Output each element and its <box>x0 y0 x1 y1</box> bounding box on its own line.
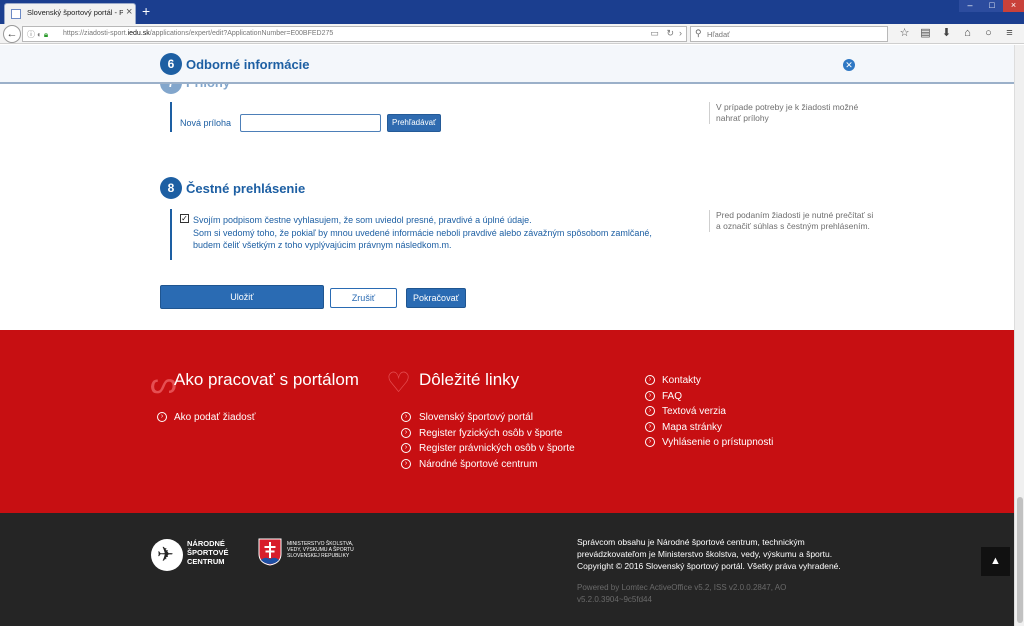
footer-info-text: Správcom obsahu je Národné športové cent… <box>577 537 841 571</box>
clipboard-icon[interactable]: ▤ <box>915 26 936 39</box>
page-content: 6 Odborné informácie ✕ 7 Prílohy Nová pr… <box>0 45 1014 626</box>
footer-link[interactable]: FAQ <box>662 391 682 402</box>
footer-link[interactable]: Slovenský športový portál <box>419 412 533 423</box>
search-icon: ⚲ <box>695 28 702 38</box>
save-button[interactable]: Uložiť <box>160 285 324 309</box>
nsc-logo-text: NÁRODNÉ ŠPORTOVÉ CENTRUM <box>187 539 229 566</box>
heart-pulse-icon: ♡ <box>386 367 412 398</box>
chevron-right-circle-icon: › <box>157 412 167 422</box>
close-tab-icon[interactable]: × <box>126 6 132 18</box>
step-number-8: 8 <box>160 177 182 199</box>
declaration-line: Som si vedomý toho, že pokiaľ by mnou uv… <box>193 227 652 238</box>
menu-icon[interactable]: ≡ <box>999 27 1020 39</box>
consent-checkbox[interactable]: ✓ <box>180 214 189 223</box>
chevron-right-circle-icon: › <box>645 422 655 432</box>
prilohy-help-text: V prípade potreby je k žiadosti možné na… <box>709 102 879 124</box>
scrollbar-thumb[interactable] <box>1017 497 1023 623</box>
footer-heading-ako-pracovat: Ako pracovať s portálom <box>174 370 359 389</box>
home-icon[interactable]: ⌂ <box>957 27 978 39</box>
window-close-icon[interactable]: × <box>1003 0 1024 12</box>
chevron-right-circle-icon: › <box>401 412 411 422</box>
footer-link[interactable]: Mapa stránky <box>662 422 722 433</box>
footer-link[interactable]: Textová verzia <box>662 406 726 417</box>
reload-icon[interactable]: ↻ <box>666 28 674 38</box>
chat-icon[interactable]: ○ <box>978 27 999 39</box>
cancel-button[interactable]: Zrušiť <box>330 288 397 308</box>
section-divider-line <box>170 102 172 132</box>
chevron-right-circle-icon: › <box>645 391 655 401</box>
shield-icon[interactable]: ◐ <box>37 30 44 39</box>
footer-link[interactable]: Národné športové centrum <box>419 459 537 470</box>
address-bar[interactable]: ⓘ◐🔒︎ https://ziadosti-sport.iedu.sk/appl… <box>22 26 687 42</box>
arrow-up-icon[interactable]: ▲ <box>981 547 1010 576</box>
declaration-text: Svojím podpisom čestne vyhlasujem, že so… <box>193 214 663 252</box>
chevron-right-circle-icon: › <box>401 459 411 469</box>
star-icon[interactable]: ☆ <box>894 26 915 39</box>
section-title-odborne-informacie: Odborné informácie <box>186 57 310 72</box>
footer-links: ᔕ Ako pracovať s portálom › Ako podať ži… <box>0 330 1014 513</box>
reader-icon[interactable]: ▭ <box>650 28 659 38</box>
new-tab-icon[interactable]: + <box>142 4 150 18</box>
slovak-crest-icon[interactable] <box>258 538 282 566</box>
chevron-right-circle-icon: › <box>645 437 655 447</box>
footer-link[interactable]: Vyhlásenie o prístupnosti <box>662 437 773 448</box>
maximize-icon[interactable]: □ <box>981 0 1003 12</box>
continue-button[interactable]: Pokračovať <box>406 288 466 308</box>
collapse-icon[interactable]: ✕ <box>843 59 855 71</box>
footer-link[interactable]: Register právnických osôb v športe <box>419 443 575 454</box>
back-arrow-icon[interactable]: ← <box>3 25 21 43</box>
nova-priloha-input[interactable] <box>240 114 381 132</box>
nsc-logo[interactable]: ✈ <box>151 539 183 571</box>
section-title-cestne-prehlasenie: Čestné prehlásenie <box>186 181 306 196</box>
browser-navigation-bar: ← ⓘ◐🔒︎ https://ziadosti-sport.iedu.sk/ap… <box>0 24 1024 44</box>
browser-tab-bar: Slovenský športový portál - P... × + – □… <box>0 0 1024 24</box>
chevron-right-circle-icon: › <box>401 443 411 453</box>
footer-link[interactable]: Register fyzických osôb v športe <box>419 428 562 439</box>
chevron-right-circle-icon: › <box>645 406 655 416</box>
search-placeholder: Hľadať <box>707 30 730 39</box>
download-icon[interactable]: ⬇ <box>936 26 957 39</box>
handshake-icon: ᔕ <box>150 367 177 400</box>
footer-heading-dolezite-linky: Dôležité linky <box>419 370 520 389</box>
declaration-line: Svojím podpisom čestne vyhlasujem, že so… <box>193 215 532 225</box>
footer-link[interactable]: Kontakty <box>662 375 701 386</box>
tab-title: Slovenský športový portál - P... <box>27 8 123 17</box>
minimize-icon[interactable]: – <box>959 0 981 12</box>
browser-toolbar: ☆ ▤ ⬇ ⌂ ○ ≡ <box>894 26 1020 39</box>
ministry-logo-text: MINISTERSTVO ŠKOLSTVA, VEDY, VÝSKUMU A Š… <box>287 541 354 559</box>
section-divider-line <box>170 209 172 260</box>
info-icon[interactable]: ⓘ <box>27 30 37 39</box>
browser-tab[interactable]: Slovenský športový portál - P... × <box>4 3 136 24</box>
url-text: https://ziadosti-sport.iedu.sk/applicati… <box>63 30 334 37</box>
step-number-6: 6 <box>160 53 182 75</box>
nova-priloha-label: Nová príloha <box>180 118 232 128</box>
declaration-help-text: Pred podaním žiadosti je nutné prečítať … <box>709 210 879 232</box>
search-bar[interactable]: ⚲ Hľadať <box>690 26 888 42</box>
favicon-icon <box>11 9 21 19</box>
footer-link[interactable]: Ako podať žiadosť <box>174 412 255 423</box>
footer-bottom: ✈ NÁRODNÉ ŠPORTOVÉ CENTRUM MINISTERSTVO … <box>0 513 1014 626</box>
chevron-right-circle-icon: › <box>645 375 655 385</box>
browse-button[interactable]: Prehľadávať <box>387 114 441 132</box>
lock-icon[interactable]: 🔒︎ <box>44 30 50 39</box>
declaration-line: budem čeliť všetkým z toho vyplývajúcim … <box>193 240 452 250</box>
chevron-right-circle-icon: › <box>401 428 411 438</box>
section-header-odborne-informacie: 6 Odborné informácie ✕ <box>0 45 1014 84</box>
runner-icon: ✈ <box>157 544 174 566</box>
footer-version-text: Powered by Lomtec ActiveOffice v5.2, ISS… <box>577 583 787 604</box>
page-scrollbar[interactable] <box>1014 45 1024 626</box>
